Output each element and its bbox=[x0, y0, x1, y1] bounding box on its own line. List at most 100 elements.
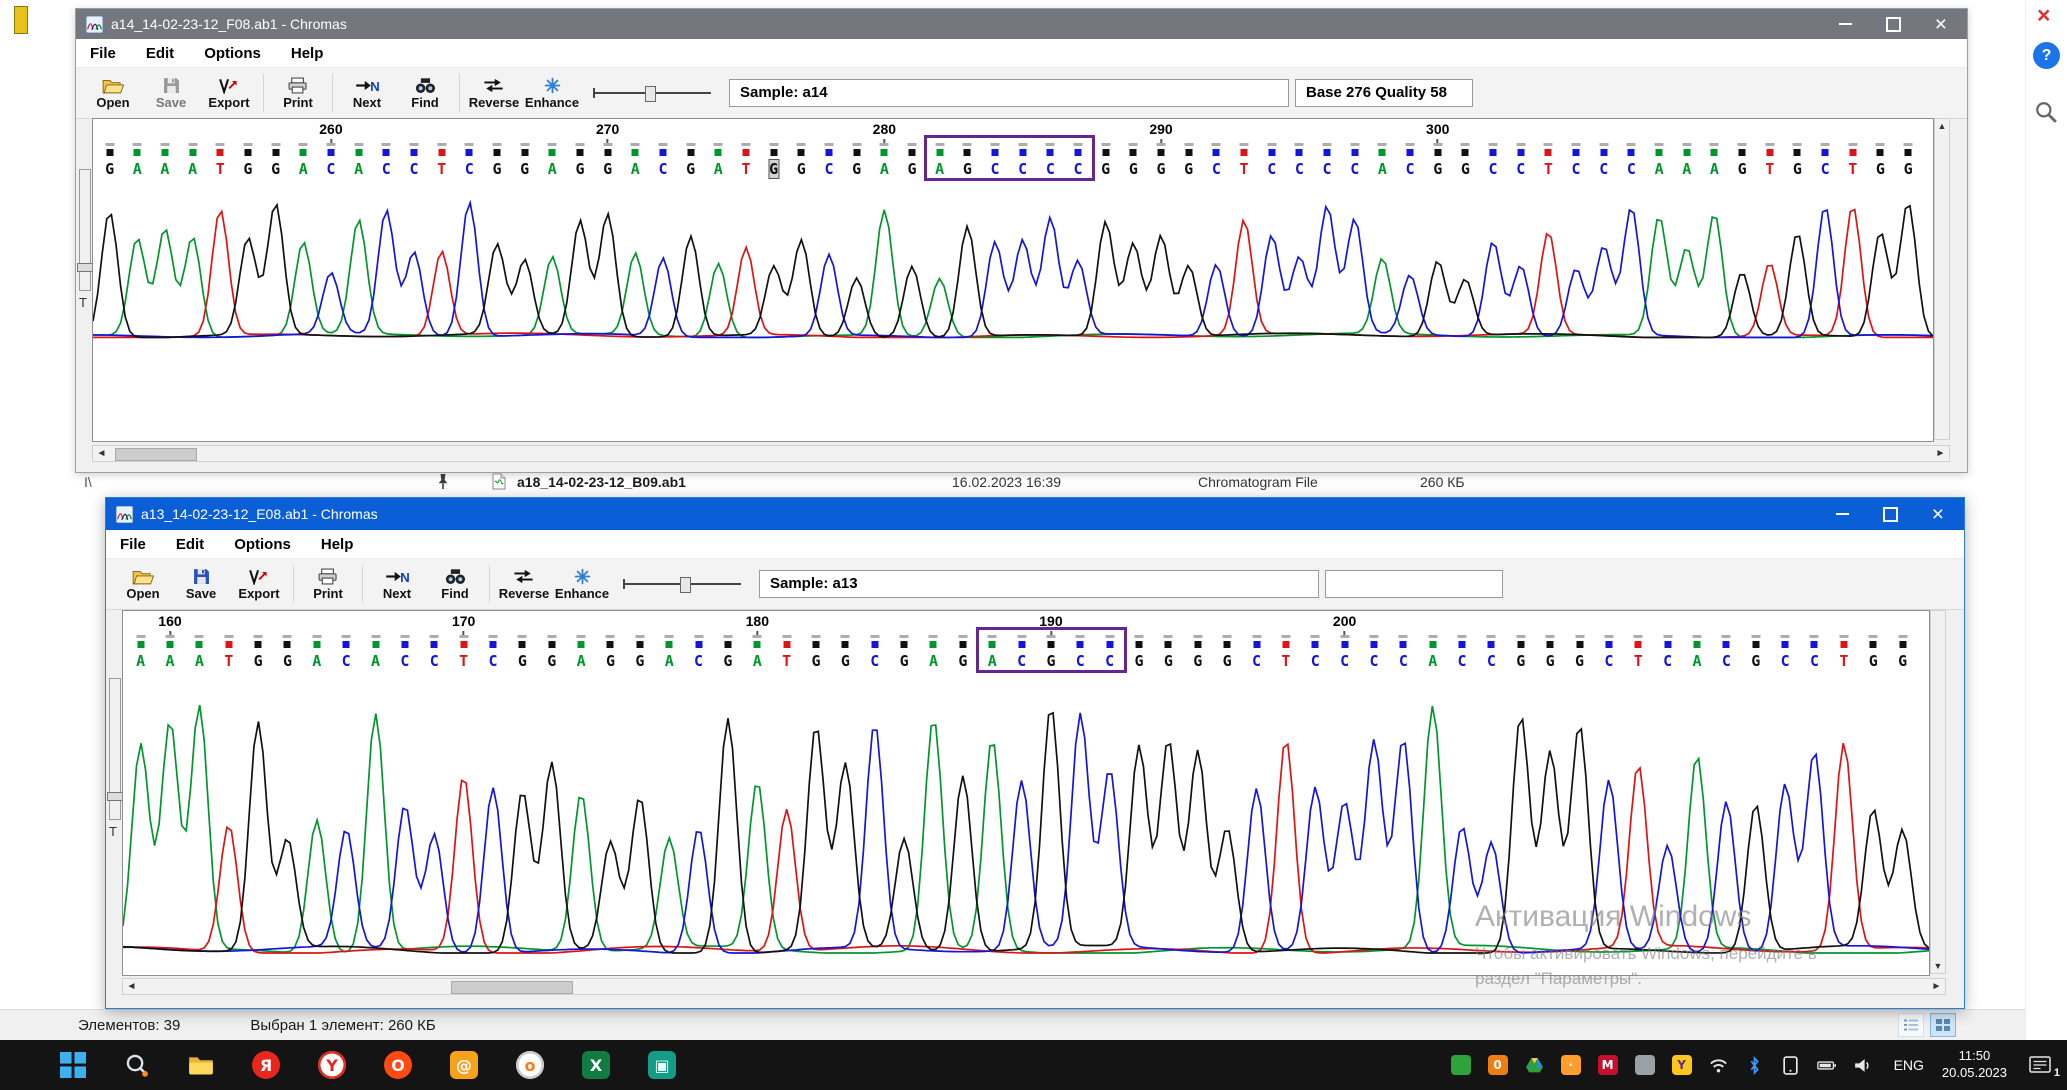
base-call[interactable]: G bbox=[1164, 652, 1173, 670]
close-button[interactable]: × bbox=[1935, 14, 1947, 35]
base-call[interactable]: C bbox=[326, 160, 335, 178]
base-call[interactable]: T bbox=[741, 160, 750, 178]
base-call[interactable]: A bbox=[195, 652, 204, 670]
base-call[interactable]: G bbox=[1876, 160, 1885, 178]
base-call[interactable]: G bbox=[723, 652, 732, 670]
tray-orange-zero-icon[interactable]: 0 bbox=[1488, 1055, 1508, 1075]
mail-app-icon[interactable]: @ bbox=[450, 1051, 478, 1079]
menu-help[interactable]: Help bbox=[291, 45, 324, 62]
base-call[interactable]: G bbox=[1184, 160, 1193, 178]
base-call[interactable]: T bbox=[437, 160, 446, 178]
base-call[interactable]: G bbox=[1157, 160, 1166, 178]
find-button[interactable]: Find bbox=[426, 568, 484, 601]
export-button[interactable]: Export bbox=[200, 77, 258, 110]
print-button[interactable]: Print bbox=[299, 568, 357, 601]
base-call[interactable]: C bbox=[658, 160, 667, 178]
vertical-scrollbar[interactable]: ▼ bbox=[1930, 610, 1946, 974]
base-call[interactable]: A bbox=[354, 160, 363, 178]
base-call[interactable]: T bbox=[224, 652, 233, 670]
base-call[interactable]: G bbox=[606, 652, 615, 670]
open-button[interactable]: Open bbox=[114, 568, 172, 601]
base-call[interactable]: G bbox=[686, 160, 695, 178]
base-call[interactable]: C bbox=[1406, 160, 1415, 178]
base-call[interactable]: G bbox=[1904, 160, 1913, 178]
drive-icon[interactable] bbox=[1525, 1056, 1544, 1075]
menu-help[interactable]: Help bbox=[321, 536, 354, 553]
base-call[interactable]: C bbox=[1810, 652, 1819, 670]
base-call[interactable]: G bbox=[1101, 160, 1110, 178]
base-call[interactable]: C bbox=[1311, 652, 1320, 670]
app-teal-icon[interactable]: ▣ bbox=[648, 1051, 676, 1079]
base-call[interactable]: C bbox=[1627, 160, 1636, 178]
details-view-icon[interactable] bbox=[1898, 1013, 1924, 1037]
tray-orange-dot-icon[interactable]: · bbox=[1561, 1055, 1581, 1075]
scroll-left-arrow[interactable]: ◄ bbox=[123, 979, 140, 994]
base-call[interactable]: T bbox=[1839, 652, 1848, 670]
vertical-scale-slider[interactable] bbox=[109, 678, 121, 820]
base-call[interactable]: G bbox=[1738, 160, 1747, 178]
base-call[interactable]: T bbox=[1765, 160, 1774, 178]
yandex-services-icon[interactable]: Y bbox=[318, 1051, 346, 1079]
base-call[interactable]: A bbox=[753, 652, 762, 670]
maximize-button[interactable] bbox=[1886, 17, 1901, 32]
base-call[interactable]: G bbox=[1223, 652, 1232, 670]
base-call[interactable]: C bbox=[409, 160, 418, 178]
base-call[interactable]: C bbox=[382, 160, 391, 178]
base-call[interactable]: C bbox=[870, 652, 879, 670]
base-call[interactable]: G bbox=[812, 652, 821, 670]
base-call[interactable]: C bbox=[1323, 160, 1332, 178]
browser-icon[interactable]: O bbox=[384, 1051, 412, 1079]
excel-icon[interactable]: X bbox=[582, 1051, 610, 1079]
start-button[interactable] bbox=[60, 1052, 86, 1078]
language-indicator[interactable]: ENG bbox=[1894, 1057, 1924, 1073]
base-call[interactable]: G bbox=[271, 160, 280, 178]
menu-file[interactable]: File bbox=[90, 45, 116, 62]
base-call[interactable]: A bbox=[136, 652, 145, 670]
print-button[interactable]: Print bbox=[269, 77, 327, 110]
chromatogram-panel[interactable]: 160170180190200 AAATGGACACCTCGGAGGACGATG… bbox=[122, 610, 1930, 976]
menu-options[interactable]: Options bbox=[204, 45, 261, 62]
base-call[interactable]: G bbox=[1869, 652, 1878, 670]
base-call[interactable]: A bbox=[548, 160, 557, 178]
horizontal-scrollbar[interactable]: ◄ ► bbox=[92, 445, 1950, 462]
tray-yellow-icon[interactable]: Y bbox=[1672, 1055, 1692, 1075]
horizontal-scrollbar[interactable]: ◄ ► bbox=[122, 978, 1946, 995]
base-call[interactable]: A bbox=[1692, 652, 1701, 670]
base-call[interactable]: C bbox=[488, 652, 497, 670]
minimize-button[interactable] bbox=[1839, 23, 1852, 25]
wifi-icon[interactable] bbox=[1709, 1056, 1728, 1075]
base-call[interactable]: C bbox=[1572, 160, 1581, 178]
base-call[interactable]: C bbox=[465, 160, 474, 178]
base-call[interactable]: G bbox=[254, 652, 263, 670]
panel-close-icon[interactable]: × bbox=[2037, 2, 2050, 29]
magnifier-icon[interactable] bbox=[2034, 100, 2058, 124]
base-call[interactable]: A bbox=[160, 160, 169, 178]
yandex-browser-icon[interactable]: Я bbox=[252, 1051, 280, 1079]
chromatogram-panel[interactable]: 260270280290300 GAAATGGACACCTCGGAGGACGAT… bbox=[92, 118, 1934, 442]
base-call[interactable]: C bbox=[1267, 160, 1276, 178]
menu-edit[interactable]: Edit bbox=[146, 45, 174, 62]
scroll-right-arrow[interactable]: ► bbox=[1932, 446, 1949, 461]
base-call[interactable]: T bbox=[1848, 160, 1857, 178]
clock[interactable]: 11:50 20.05.2023 bbox=[1942, 1048, 2007, 1082]
base-call[interactable]: G bbox=[1898, 652, 1907, 670]
base-call[interactable]: C bbox=[1252, 652, 1261, 670]
base-call[interactable]: C bbox=[1487, 652, 1496, 670]
enhance-button[interactable]: Enhance bbox=[523, 77, 581, 110]
next-button[interactable]: NNext bbox=[338, 77, 396, 110]
base-call[interactable]: G bbox=[769, 160, 778, 178]
base-call[interactable]: G bbox=[1546, 652, 1555, 670]
mcafee-icon[interactable]: M bbox=[1598, 1055, 1618, 1075]
base-call[interactable]: C bbox=[1340, 652, 1349, 670]
trace-zoom-slider[interactable] bbox=[593, 84, 711, 102]
save-button[interactable]: Save bbox=[172, 568, 230, 601]
menu-file[interactable]: File bbox=[120, 536, 146, 553]
base-call[interactable]: A bbox=[133, 160, 142, 178]
menu-options[interactable]: Options bbox=[234, 536, 291, 553]
base-call[interactable]: T bbox=[1281, 652, 1290, 670]
base-call[interactable]: C bbox=[1821, 160, 1830, 178]
trace-zoom-slider[interactable] bbox=[623, 575, 741, 593]
base-call[interactable]: G bbox=[1433, 160, 1442, 178]
explorer-file-row[interactable]: I\ a18_14-02-23-12_B09.ab1 16.02.2023 16… bbox=[0, 472, 2026, 496]
search-button[interactable] bbox=[124, 1052, 150, 1078]
